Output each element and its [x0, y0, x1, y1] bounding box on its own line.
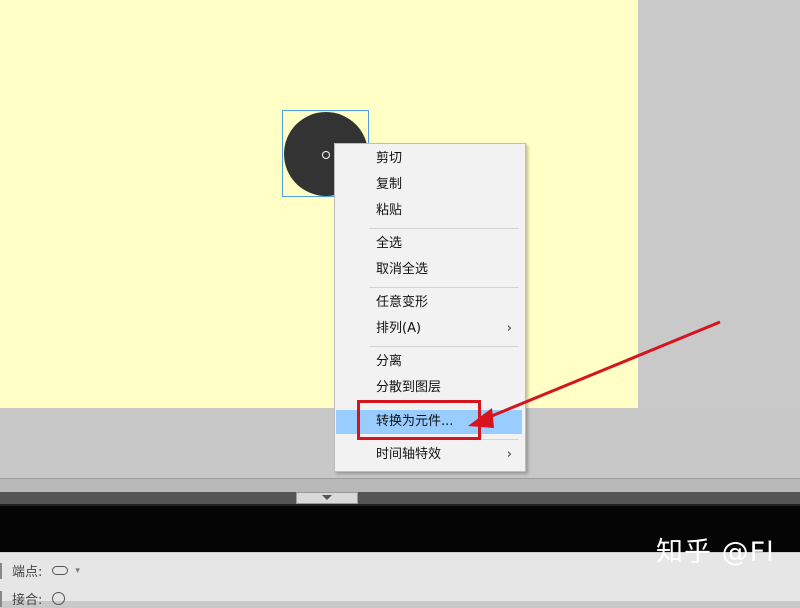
annotation-arrow-icon: [468, 320, 721, 428]
